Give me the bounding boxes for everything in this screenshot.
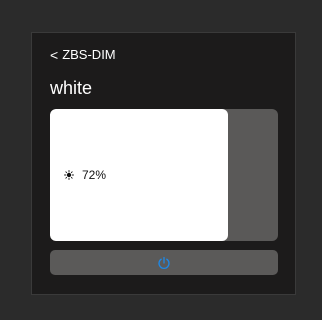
chevron-left-icon: <	[50, 46, 59, 63]
back-button[interactable]: < ZBS-DIM	[50, 47, 116, 62]
back-label: ZBS-DIM	[62, 47, 116, 62]
page-title: white	[50, 78, 93, 98]
power-icon	[158, 256, 170, 269]
level-text: 72%	[82, 168, 107, 182]
device-bezel: < ZBS-DIM white 72%	[0, 0, 322, 320]
power-button[interactable]	[50, 250, 278, 275]
level-readout: 72%	[64, 168, 106, 182]
brightness-slider[interactable]: 72%	[50, 109, 278, 241]
sun-icon	[64, 170, 74, 180]
